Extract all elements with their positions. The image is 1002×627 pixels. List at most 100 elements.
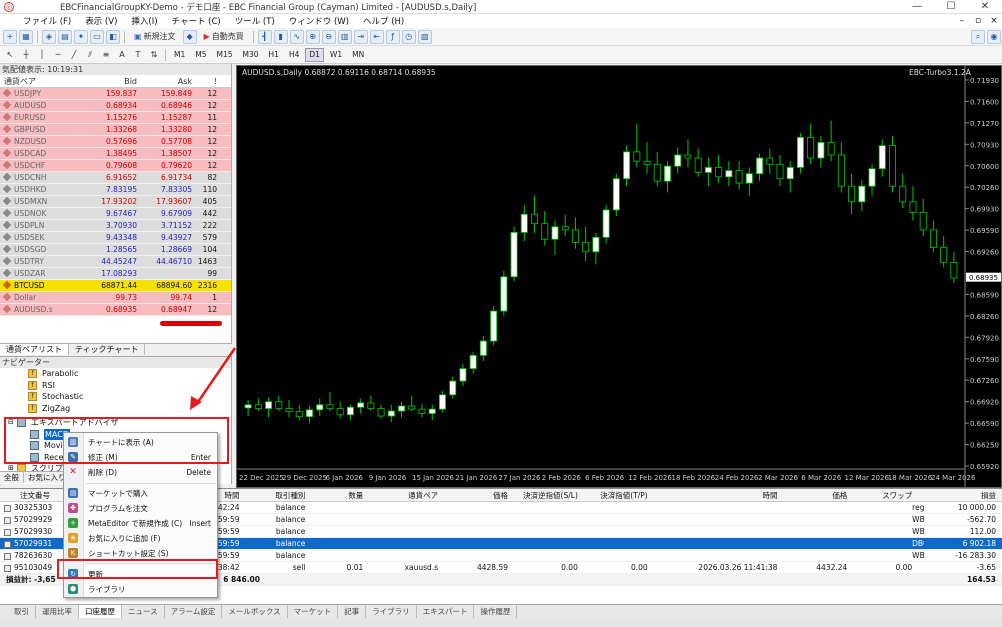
timeframe-mn[interactable]: MN: [348, 48, 368, 62]
menu-item-shortcut[interactable]: K ショートカット設定 (S): [64, 546, 217, 560]
terminal-tab[interactable]: 取引: [8, 605, 36, 618]
bar-chart-icon[interactable]: ┫: [257, 29, 272, 44]
terminal-tab[interactable]: 口座履歴: [79, 605, 122, 618]
menu-file[interactable]: ファイル (F): [16, 15, 78, 27]
menu-tools[interactable]: ツール (T): [228, 15, 282, 27]
indicators-icon[interactable]: ƒ: [385, 29, 400, 44]
periods-icon[interactable]: ◷: [401, 29, 416, 44]
terminal-tab[interactable]: マーケット: [288, 605, 339, 618]
timeframe-h4[interactable]: H4: [285, 48, 303, 62]
menu-help[interactable]: ヘルプ (H): [356, 15, 411, 27]
crosshair-icon[interactable]: ┼: [19, 48, 33, 62]
timeframe-d1[interactable]: D1: [305, 47, 324, 62]
market-watch-row[interactable]: USDHKD 7.83195 7.83305 110: [0, 184, 231, 196]
profiles-icon[interactable]: ▦: [19, 29, 33, 44]
chart-canvas[interactable]: 0.71930 0.71600 0.71270 0.70930 0.70600 0.702…: [237, 66, 1001, 487]
navigator-item[interactable]: f ZigZag: [0, 403, 231, 415]
metaeditor-icon[interactable]: ◆: [182, 29, 197, 44]
terminal-tab[interactable]: 記事: [338, 605, 367, 618]
child-close-icon[interactable]: ×: [986, 16, 1002, 26]
line-chart-icon[interactable]: ∿: [289, 29, 304, 44]
minimize-button[interactable]: —: [900, 1, 934, 12]
maximize-button[interactable]: ☐: [934, 1, 968, 12]
timeframe-m30[interactable]: M30: [239, 48, 263, 62]
terminal-tab[interactable]: ライブラリ: [366, 605, 417, 618]
close-button[interactable]: ✕: [968, 1, 1002, 12]
arrows-icon[interactable]: ⇅: [147, 48, 161, 62]
menu-item-buy-market[interactable]: ▤ マーケットで購入: [64, 486, 217, 500]
column-bid[interactable]: Bid: [82, 75, 137, 87]
navigator-item[interactable]: f Stochastic: [0, 391, 231, 403]
terminal-tab[interactable]: メールボックス: [222, 605, 288, 618]
menu-item-order-program[interactable]: ✚ プログラムを注文: [64, 501, 217, 515]
data-window-icon[interactable]: ▤: [58, 29, 72, 44]
menu-window[interactable]: ウィンドウ (W): [282, 15, 356, 27]
menu-item-library[interactable]: ⬢ ライブラリ: [64, 582, 217, 596]
market-watch-row[interactable]: USDNOK 9.67467 9.67909 442: [0, 208, 231, 220]
market-watch-row[interactable]: USDTRY 44.45247 44.46710 1463: [0, 256, 231, 268]
market-watch-row[interactable]: BTCUSD 68871.44 68894.60 2316: [0, 280, 231, 292]
market-watch-row[interactable]: GBPUSD 1.33268 1.33280 12: [0, 124, 231, 136]
market-watch-row[interactable]: USDZAR 17.08293 99: [0, 268, 231, 280]
market-watch-row[interactable]: USDCNH 6.91652 6.91734 82: [0, 172, 231, 184]
auto-scroll-icon[interactable]: ⇥: [353, 29, 368, 44]
market-watch-row[interactable]: Dollar 99.73 99.74 1: [0, 292, 231, 304]
terminal-tab[interactable]: 運用比率: [36, 605, 79, 618]
zoom-out-icon[interactable]: ⊖: [321, 29, 336, 44]
templates-icon[interactable]: ▧: [417, 29, 432, 44]
terminal-tab[interactable]: エキスパート: [417, 605, 475, 618]
market-watch-row[interactable]: USDCAD 1.38495 1.38507 12: [0, 148, 231, 160]
menu-chart[interactable]: チャート (C): [165, 15, 228, 27]
navigator-icon[interactable]: ✦: [74, 29, 88, 44]
chart-shift-icon[interactable]: ⇤: [369, 29, 384, 44]
menu-item-metaeditor-new[interactable]: + MetaEditor で新規作成 (C) Insert: [64, 516, 217, 530]
market-watch-row[interactable]: USDMXN 17.93202 17.93607 405: [0, 196, 231, 208]
tab-common[interactable]: 全般: [0, 472, 24, 483]
market-watch-row[interactable]: AUDUSD.s 0.68935 0.68947 12: [0, 304, 231, 316]
market-watch-row[interactable]: AUDUSD 0.68934 0.68946 12: [0, 100, 231, 112]
market-watch-row[interactable]: EURUSD 1.15276 1.15287 11: [0, 112, 231, 124]
zoom-in-icon[interactable]: ⊕: [305, 29, 320, 44]
community-icon[interactable]: ◉: [987, 29, 1001, 44]
menu-insert[interactable]: 挿入(I): [124, 15, 164, 27]
strategy-tester-icon[interactable]: ◧: [106, 29, 120, 44]
new-order-button[interactable]: ▣ 新規注文: [129, 30, 181, 44]
tile-windows-icon[interactable]: ▥: [337, 29, 352, 44]
menu-item-add-favorite[interactable]: ★ お気に入りに追加 (F): [64, 531, 217, 545]
tab-tick-chart[interactable]: ティックチャート: [69, 344, 146, 355]
column-tp[interactable]: 決済指値(T/P): [578, 489, 647, 501]
column-type[interactable]: 取引種別: [244, 489, 309, 501]
timeframe-m1[interactable]: M1: [170, 48, 189, 62]
timeframe-w1[interactable]: W1: [326, 48, 346, 62]
market-watch-row[interactable]: USDSEK 9.43348 9.43927 579: [0, 232, 231, 244]
timeframe-h1[interactable]: H1: [265, 48, 283, 62]
timeframe-m5[interactable]: M5: [191, 48, 210, 62]
search-icon[interactable]: ⌕: [971, 29, 985, 44]
cursor-icon[interactable]: ↖: [3, 48, 17, 62]
navigator-item[interactable]: f RSI: [0, 380, 231, 392]
timeframe-m15[interactable]: M15: [213, 48, 237, 62]
menu-view[interactable]: 表示 (V): [78, 15, 124, 27]
menu-item-delete[interactable]: ✕ 削除 (D) Delete: [64, 465, 217, 479]
column-spread[interactable]: !: [192, 75, 221, 87]
text-icon[interactable]: A: [115, 48, 129, 62]
child-restore-icon[interactable]: ▫: [970, 16, 986, 26]
candlestick-icon[interactable]: ▮: [273, 29, 288, 44]
market-watch-row[interactable]: USDSGD 1.28565 1.28669 104: [0, 244, 231, 256]
trendline-icon[interactable]: ╱: [67, 48, 81, 62]
column-order[interactable]: 注文番号: [0, 489, 58, 501]
label-icon[interactable]: T: [131, 48, 145, 62]
child-minimize-icon[interactable]: –: [954, 16, 970, 26]
horizontal-line-icon[interactable]: ─: [51, 48, 65, 62]
market-watch-row[interactable]: USDJPY 159.837 159.849 12: [0, 88, 231, 100]
column-volume[interactable]: 数量: [308, 489, 363, 501]
vertical-line-icon[interactable]: │: [35, 48, 49, 62]
fibonacci-icon[interactable]: ≡: [99, 48, 113, 62]
channel-icon[interactable]: ⫽: [83, 48, 97, 62]
column-price[interactable]: 価格: [438, 489, 508, 501]
column-sl[interactable]: 決済逆指値(S/L): [508, 489, 578, 501]
new-chart-icon[interactable]: +: [3, 29, 17, 44]
column-close-price[interactable]: 価格: [777, 489, 847, 501]
column-swap[interactable]: スワップ: [847, 489, 912, 501]
market-watch-icon[interactable]: ◈: [42, 29, 56, 44]
